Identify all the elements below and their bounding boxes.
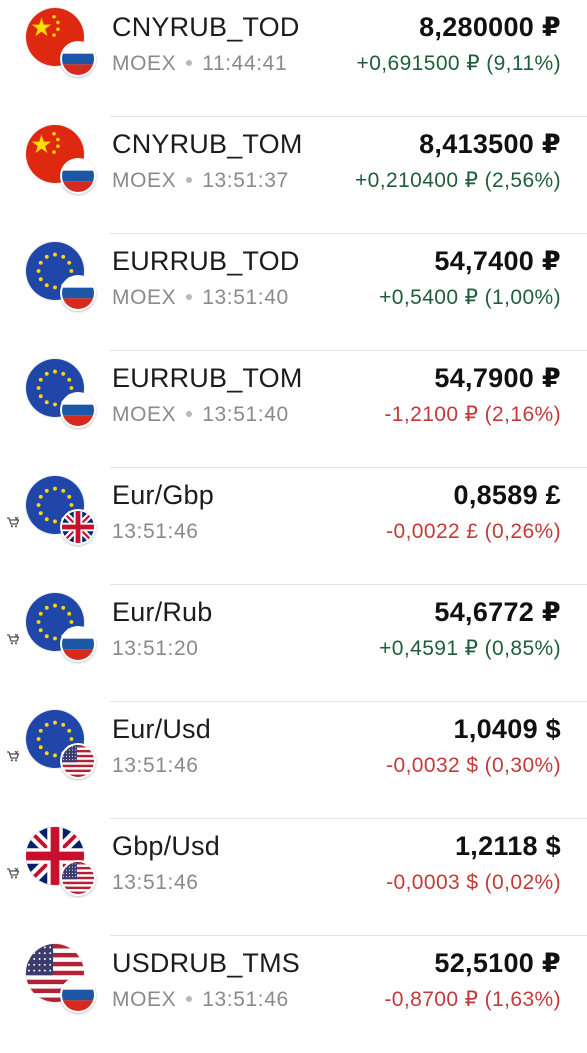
ru-flag-icon — [60, 158, 96, 194]
instrument-name: EURRUB_TOD — [112, 246, 300, 276]
instrument-meta: MOEX 11:44:41 — [112, 51, 287, 77]
quote-price: 1,0409 $ — [453, 714, 561, 744]
quote-price: 8,280000 ₽ — [419, 12, 561, 42]
separator-dot — [186, 177, 193, 184]
quote-change: -0,0003 $ (0,02%) — [386, 871, 561, 894]
quote-price: 8,413500 ₽ — [419, 129, 561, 159]
quote-change: -0,8700 ₽ (1,63%) — [384, 988, 561, 1011]
ru-flag-icon — [60, 41, 96, 77]
ru-flag-icon — [60, 392, 96, 428]
quote-time: 13:51:46 — [202, 988, 289, 1011]
quote-row-eur-usd[interactable]: Eur/Usd 13:51:46 1,0409 $ -0,0032 $ (0,30%) — [0, 702, 587, 819]
quote-change: -0,0032 $ (0,30%) — [386, 754, 561, 777]
instrument-meta: MOEX 13:51:46 — [112, 987, 289, 1013]
quote-price: 1,2118 $ — [454, 831, 561, 861]
gb-flag-icon — [60, 509, 96, 545]
separator-dot — [186, 411, 193, 418]
instrument-meta: MOEX 13:51:40 — [112, 285, 289, 311]
instrument-meta: 13:51:46 — [112, 753, 199, 779]
quote-time: 13:51:40 — [202, 286, 289, 309]
quote-change: +0,691500 ₽ (9,11%) — [356, 52, 561, 75]
quote-time: 13:51:37 — [202, 169, 289, 192]
instrument-name: EURRUB_TOM — [112, 363, 303, 393]
instrument-meta: 13:51:46 — [112, 519, 199, 545]
instrument-meta: MOEX 13:51:40 — [112, 402, 289, 428]
market-cart-icon — [6, 632, 20, 645]
instrument-meta: 13:51:20 — [112, 636, 199, 662]
quote-row-cnyrub-tom[interactable]: CNYRUB_TOM MOEX 13:51:37 8,413500 ₽ +0,21040… — [0, 117, 587, 234]
market-cart-icon — [6, 866, 20, 879]
quote-time: 13:51:46 — [112, 871, 199, 894]
quote-row-eur-rub[interactable]: Eur/Rub 13:51:20 54,6772 ₽ +0,4591 ₽ (0,85%… — [0, 585, 587, 702]
exchange-label: MOEX — [112, 403, 177, 426]
quote-change: -1,2100 ₽ (2,16%) — [384, 403, 561, 426]
exchange-label: MOEX — [112, 286, 177, 309]
us-flag-icon — [60, 743, 96, 779]
instrument-meta: 13:51:46 — [112, 870, 199, 896]
quote-price: 54,7900 ₽ — [434, 363, 561, 393]
ru-flag-icon — [60, 977, 96, 1013]
quote-time: 11:44:41 — [202, 52, 288, 75]
quote-price: 54,7400 ₽ — [434, 246, 561, 276]
ru-flag-icon — [60, 275, 96, 311]
instrument-name: CNYRUB_TOM — [112, 129, 303, 159]
quote-time: 13:51:46 — [112, 520, 199, 543]
instrument-name: Eur/Gbp — [112, 480, 214, 510]
quote-row-cnyrub-tod[interactable]: CNYRUB_TOD MOEX 11:44:41 8,280000 ₽ +0,69150… — [0, 0, 587, 117]
quote-price: 0,8589 £ — [453, 480, 561, 510]
quote-row-eurrub-tom[interactable]: EURRUB_TOM MOEX 13:51:40 54,7900 ₽ -1,2100 ₽… — [0, 351, 587, 468]
quote-change: +0,5400 ₽ (1,00%) — [379, 286, 561, 309]
separator-dot — [186, 996, 193, 1003]
quote-row-usdrub-tms[interactable]: USDRUB_TMS MOEX 13:51:46 52,5100 ₽ -0,8700 ₽… — [0, 936, 587, 1053]
quote-time: 13:51:46 — [112, 754, 199, 777]
us-flag-icon — [60, 860, 96, 896]
exchange-label: MOEX — [112, 169, 177, 192]
quote-change: +0,4591 ₽ (0,85%) — [379, 637, 561, 660]
quote-time: 13:51:20 — [112, 637, 199, 660]
market-cart-icon — [6, 515, 20, 528]
market-cart-icon — [6, 749, 20, 762]
quote-price: 54,6772 ₽ — [434, 597, 561, 627]
quote-price: 52,5100 ₽ — [434, 948, 561, 978]
instrument-name: USDRUB_TMS — [112, 948, 301, 978]
exchange-label: MOEX — [112, 988, 177, 1011]
quote-row-eurrub-tod[interactable]: EURRUB_TOD MOEX 13:51:40 54,7400 ₽ +0,5400 ₽… — [0, 234, 587, 351]
quote-change: +0,210400 ₽ (2,56%) — [354, 169, 561, 192]
instrument-name: Eur/Rub — [112, 597, 213, 627]
instrument-name: CNYRUB_TOD — [112, 12, 300, 42]
separator-dot — [186, 60, 193, 67]
instrument-name: Gbp/Usd — [112, 831, 220, 861]
quote-row-eur-gbp[interactable]: Eur/Gbp 13:51:46 0,8589 £ -0,0022 £ (0,26%) — [0, 468, 587, 585]
exchange-label: MOEX — [112, 52, 177, 75]
quote-time: 13:51:40 — [202, 403, 289, 426]
quote-change: -0,0022 £ (0,26%) — [386, 520, 561, 543]
separator-dot — [186, 294, 193, 301]
quote-row-gbp-usd[interactable]: Gbp/Usd 13:51:46 1,2118 $ -0,0003 $ (0,02%) — [0, 819, 587, 936]
ru-flag-icon — [60, 626, 96, 662]
instrument-meta: MOEX 13:51:37 — [112, 168, 289, 194]
instrument-name: Eur/Usd — [112, 714, 211, 744]
